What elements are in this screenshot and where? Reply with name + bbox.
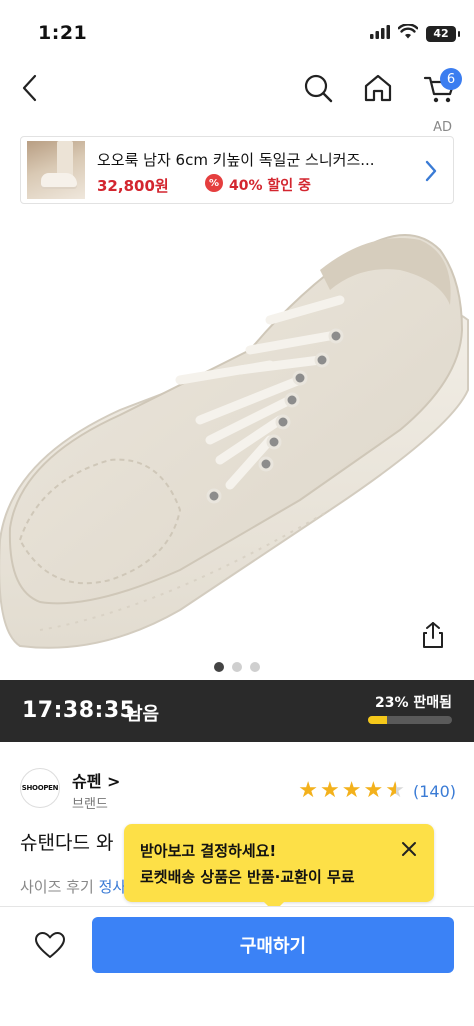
star-icon: ★ [363, 778, 384, 803]
tooltip-heading: 받아보고 결정하세요! [140, 842, 277, 860]
status-icons: 42 [370, 23, 460, 43]
countdown-suffix: 남음 [126, 704, 160, 725]
wifi-icon [397, 23, 419, 43]
search-icon [303, 73, 333, 107]
chevron-left-icon [21, 74, 39, 106]
share-icon [421, 621, 445, 653]
brand-subtitle: 브랜드 [72, 797, 108, 812]
carousel-dot[interactable] [214, 662, 224, 672]
bottom-action-bar: 구매하기 [0, 907, 474, 1026]
ad-discount: 40% 할인 중 [229, 178, 311, 194]
rating-stars[interactable]: ★ ★ ★ ★ ★ (140) [298, 780, 456, 802]
brand-logo[interactable]: SHOOPEN [20, 768, 60, 808]
heart-outline-icon [34, 931, 66, 963]
chevron-right-icon[interactable] [419, 157, 443, 185]
star-icon: ★ [385, 778, 405, 803]
size-review-link[interactable]: 정사 [99, 878, 127, 896]
brand-name-link[interactable]: 슈펜 > [72, 768, 120, 792]
ad-price: 32,800원 [97, 177, 169, 195]
size-review-row: 사이즈 후기 정사 [20, 876, 126, 897]
home-icon [363, 73, 393, 107]
discount-icon: % [205, 174, 223, 192]
battery-icon: 42 [426, 25, 460, 42]
product-title: 슈탠다드 와 [20, 832, 114, 854]
star-icon: ★ [320, 778, 340, 803]
ad-thumbnail [27, 141, 85, 199]
sold-progress-bar [368, 716, 452, 724]
ad-title: 오오룩 남자 6cm 키높이 독일군 스니커즈... [97, 151, 375, 169]
review-count-link[interactable]: (140) [413, 782, 456, 801]
close-tooltip-button[interactable] [398, 840, 420, 862]
cart-count-badge: 6 [440, 68, 462, 90]
carousel-dot[interactable] [250, 662, 260, 672]
carousel-indicator [0, 662, 474, 672]
back-button[interactable] [8, 68, 52, 112]
sneaker-image [0, 234, 469, 649]
countdown-time: 17:38:35 [22, 698, 136, 723]
wishlist-button[interactable] [28, 927, 72, 967]
navigation-bar: 6 [0, 62, 474, 118]
star-icon: ★ [298, 778, 319, 803]
tooltip-message: 로켓배송 상품은 반품·교환이 무료 [140, 868, 355, 886]
home-button[interactable] [356, 68, 400, 112]
search-button[interactable] [296, 68, 340, 112]
carousel-dot[interactable] [232, 662, 242, 672]
close-icon [401, 841, 417, 861]
status-bar: 1:21 42 [0, 0, 474, 62]
status-time: 1:21 [38, 22, 88, 44]
sold-percent-text: 23% 판매됨 [374, 695, 452, 711]
cart-button[interactable]: 6 [418, 68, 462, 112]
ad-banner[interactable]: 오오룩 남자 6cm 키높이 독일군 스니커즈... 32,800원 % 40%… [20, 136, 454, 204]
star-icon: ★ [341, 778, 362, 803]
size-review-label: 사이즈 후기 [20, 878, 94, 896]
product-image[interactable] [0, 210, 474, 656]
ad-label: AD [433, 120, 452, 135]
sold-progress-fill [368, 716, 388, 724]
free-return-tooltip: 받아보고 결정하세요! 로켓배송 상품은 반품·교환이 무료 [124, 824, 434, 912]
cellular-signal-icon [370, 24, 390, 43]
deal-timer-bar: 17:38:35 남음 23% 판매됨 [0, 680, 474, 742]
buy-button[interactable]: 구매하기 [92, 917, 454, 973]
share-button[interactable] [418, 622, 448, 652]
